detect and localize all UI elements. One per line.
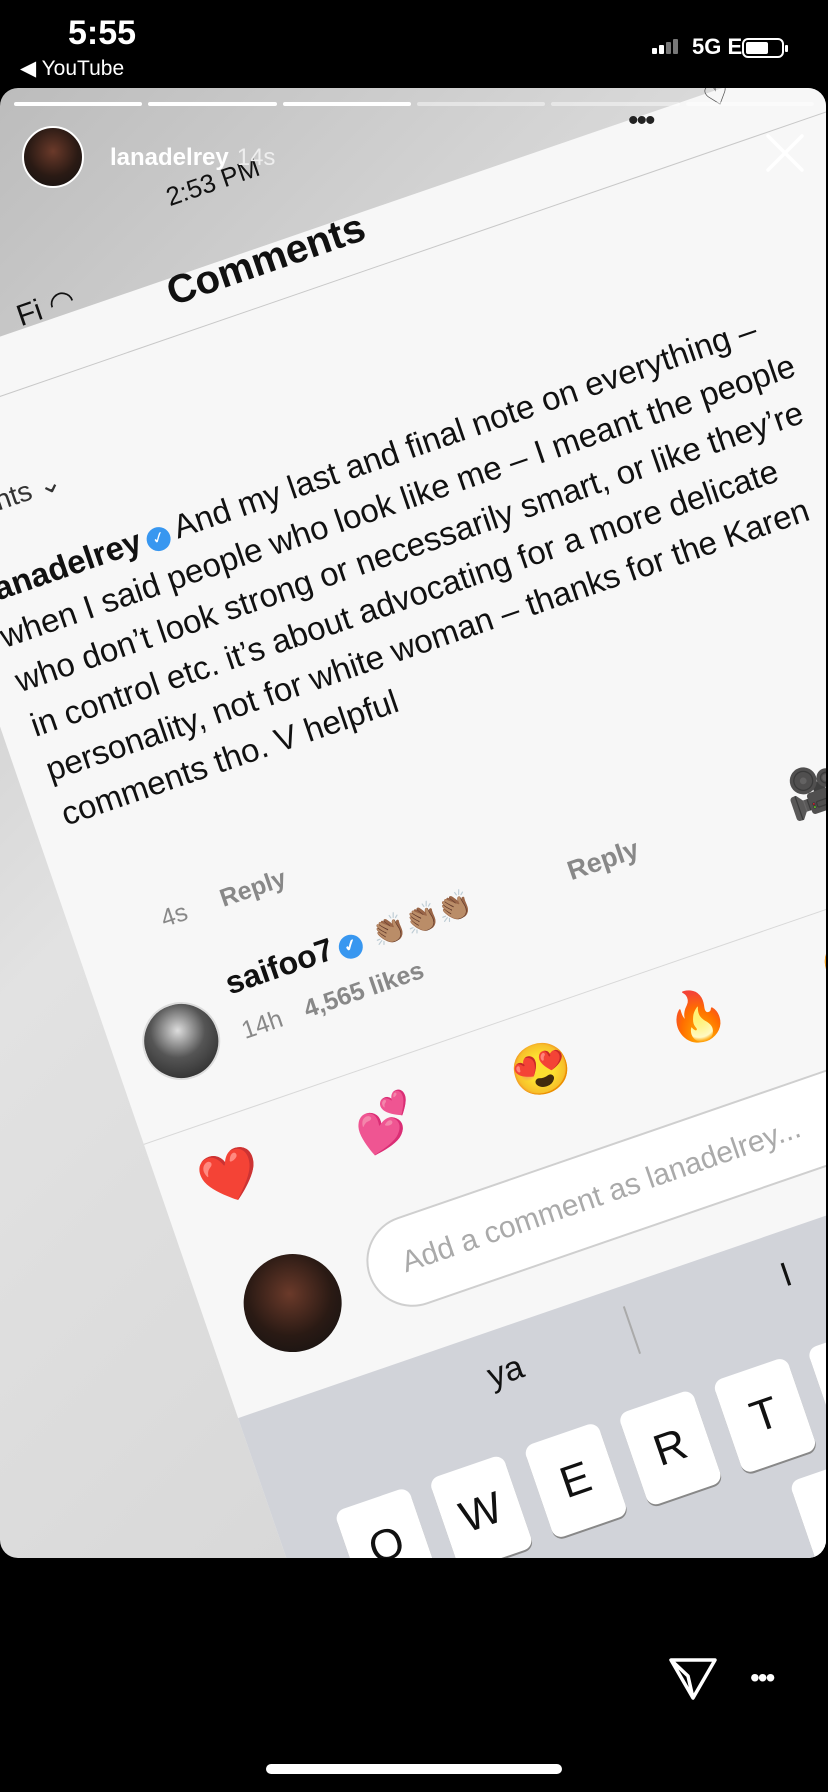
progress-segment	[282, 102, 411, 106]
key-f: F	[789, 1456, 826, 1558]
progress-segment	[14, 102, 143, 106]
divider	[622, 1306, 642, 1355]
key-r: R	[617, 1388, 724, 1507]
close-icon[interactable]	[762, 130, 808, 176]
verified-badge-icon: ✓	[143, 523, 175, 555]
signal-strength-icon	[652, 36, 680, 54]
wifi-label: Fi	[12, 293, 47, 333]
verified-badge-icon: ✓	[335, 931, 367, 962]
back-to-app-link[interactable]: ◀ YouTube	[20, 56, 124, 81]
key-t: T	[712, 1356, 818, 1475]
story-time: 14s	[236, 144, 276, 171]
suggestion-2: I	[775, 1255, 797, 1295]
send-icon[interactable]	[668, 1656, 718, 1702]
key-w: W	[428, 1454, 535, 1558]
story-avatar[interactable]	[22, 126, 84, 188]
story-header[interactable]: lanadelrey 14s	[110, 144, 275, 172]
story-viewer[interactable]: 2:53 PM Fi ◠ Comments ♡ ments ⌄ lanadelr…	[0, 88, 826, 1558]
more-dots-icon[interactable]: •••	[750, 1662, 775, 1694]
suggestion-1: ya	[482, 1347, 529, 1396]
home-indicator[interactable]	[266, 1764, 562, 1774]
more-dots-icon[interactable]: •••	[628, 104, 655, 138]
progress-segment	[148, 102, 277, 106]
story-progress-bar	[14, 102, 814, 106]
story-username[interactable]: lanadelrey	[110, 144, 229, 171]
key-e: E	[523, 1421, 629, 1540]
clock: 5:55	[68, 14, 137, 52]
progress-segment	[685, 102, 814, 106]
key-q: Q	[333, 1486, 440, 1558]
key-y: Y	[806, 1323, 826, 1442]
network-type: 5G E	[692, 34, 743, 59]
status-bar: 5:55 ◀ YouTube 5G E	[0, 0, 828, 88]
battery-icon	[742, 38, 788, 58]
screenshot-photo: 2:53 PM Fi ◠ Comments ♡ ments ⌄ lanadelr…	[0, 88, 826, 1558]
progress-segment	[416, 102, 546, 106]
progress-segment	[551, 102, 680, 106]
